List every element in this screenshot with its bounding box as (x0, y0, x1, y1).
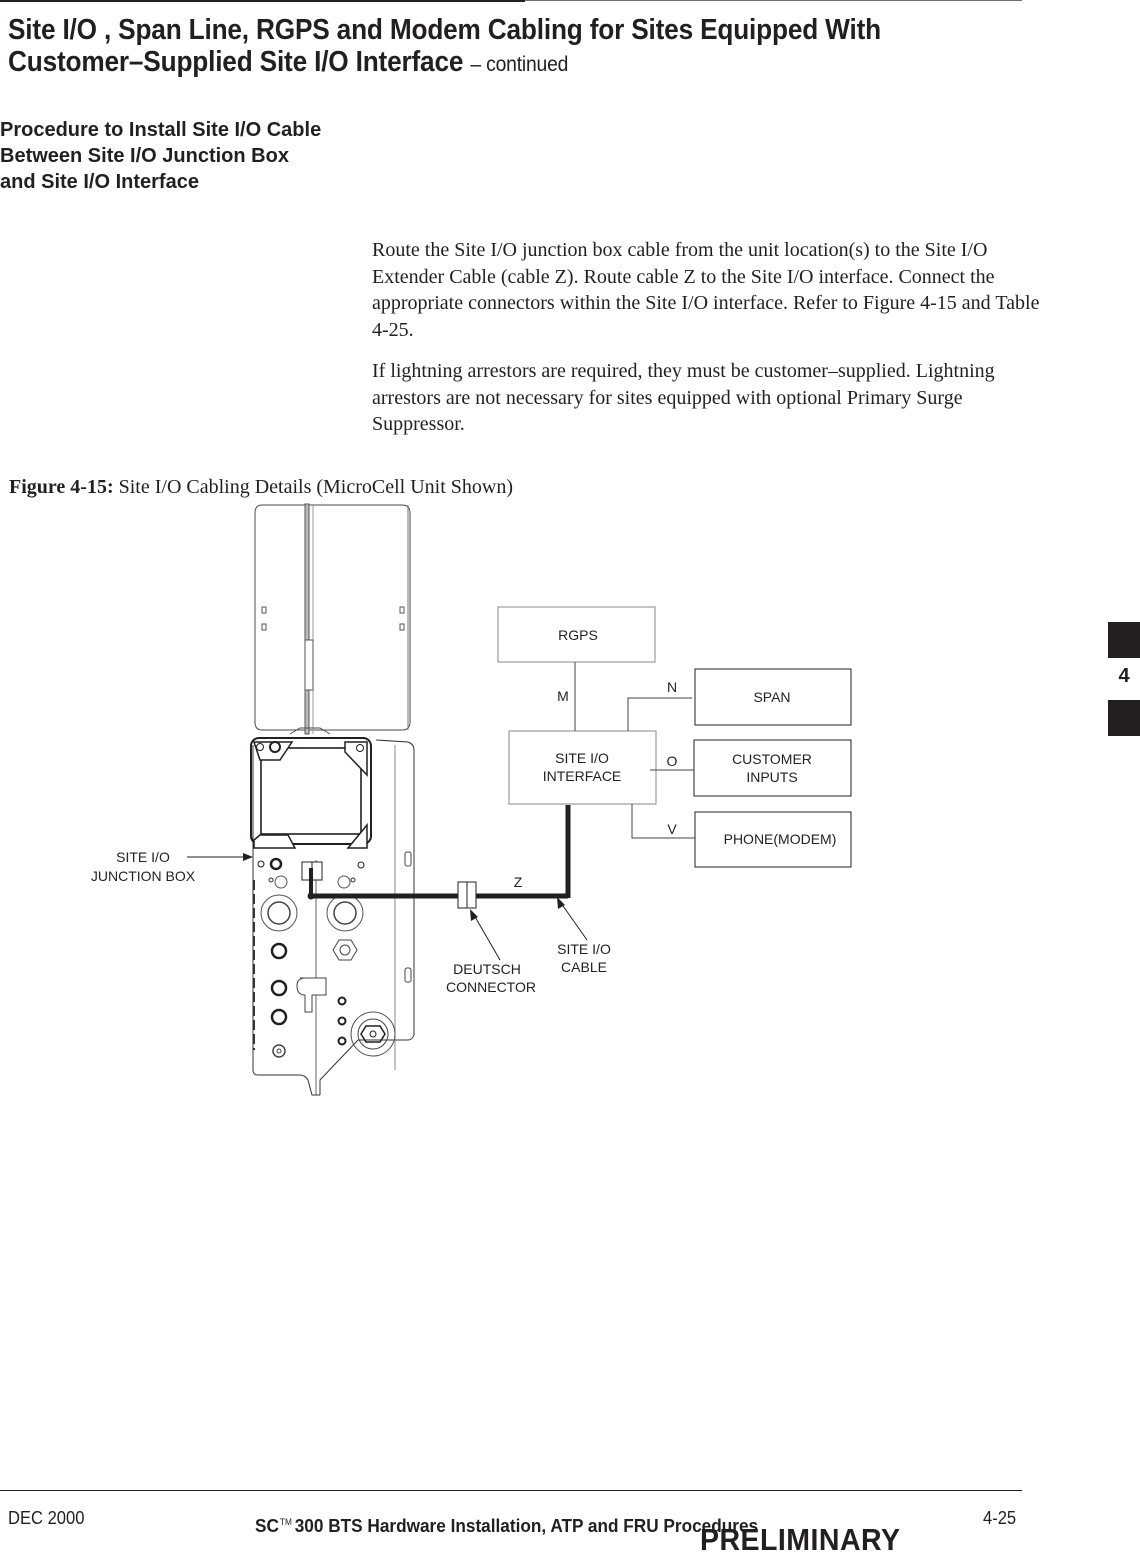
site-io-interface-label-line2: INTERFACE (543, 768, 622, 784)
chapter-tab-marker (1108, 700, 1140, 736)
phone-modem-label: PHONE(MODEM) (724, 831, 837, 847)
span-label: SPAN (753, 689, 790, 705)
cable-v-label: V (667, 821, 677, 837)
cable-o-label: O (667, 753, 678, 769)
footer-doc-title-prefix: SC (255, 1515, 279, 1536)
site-io-interface-label-line1: SITE I/O (555, 750, 609, 766)
junction-box-callout-line2: JUNCTION BOX (91, 868, 196, 884)
cable-m-label: M (557, 688, 569, 704)
microcell-unit-illustration (250, 503, 415, 1096)
span-box: SPAN (694, 668, 852, 726)
rgps-label: RGPS (558, 627, 598, 643)
rgps-box: RGPS (497, 606, 656, 663)
chapter-tab-marker (1108, 622, 1140, 658)
footer-rule (0, 1490, 1022, 1491)
arrow-icon (243, 853, 253, 861)
site-io-cable-callout-line1: SITE I/O (557, 941, 611, 957)
customer-inputs-box: CUSTOMER INPUTS (693, 739, 852, 797)
cable-n-label: N (667, 679, 677, 695)
cable-n-line (627, 697, 692, 731)
chapter-tab-number: 4 (1118, 665, 1130, 687)
customer-inputs-label-line2: INPUTS (746, 769, 797, 785)
junction-box-callout-line1: SITE I/O (116, 849, 170, 865)
footer-date: DEC 2000 (8, 1508, 85, 1528)
deutsch-connector (457, 881, 477, 909)
trademark-symbol: TM (279, 1517, 292, 1527)
site-io-cable-callout-line2: CABLE (561, 959, 607, 975)
deutsch-connector-callout: DEUTSCH CONNECTOR (446, 909, 536, 995)
junction-box-callout: SITE I/O JUNCTION BOX (91, 849, 253, 884)
footer-doc-title-rest: 300 BTS Hardware Installation, ATP and F… (294, 1515, 759, 1536)
footer-page-number: 4-25 (983, 1508, 1017, 1528)
customer-inputs-label-line1: CUSTOMER (732, 751, 812, 767)
footer-doc-title: SCTM 300 BTS Hardware Installation, ATP a… (255, 1515, 758, 1537)
footer-status-preliminary: PRELIMINARY (700, 1522, 901, 1557)
cabling-diagram: RGPS SITE I/O INTERFACE SPAN CUSTOMER IN… (91, 503, 852, 1096)
cable-v-line (631, 804, 695, 839)
phone-modem-box: PHONE(MODEM) (694, 811, 852, 868)
cable-z-label: Z (514, 874, 523, 890)
deutsch-callout-line2: CONNECTOR (446, 979, 536, 995)
deutsch-callout-line1: DEUTSCH (453, 961, 521, 977)
site-io-cable-callout: SITE I/O CABLE (557, 897, 611, 975)
site-io-interface-box: SITE I/O INTERFACE (508, 730, 657, 805)
site-io-cable (307, 805, 571, 900)
